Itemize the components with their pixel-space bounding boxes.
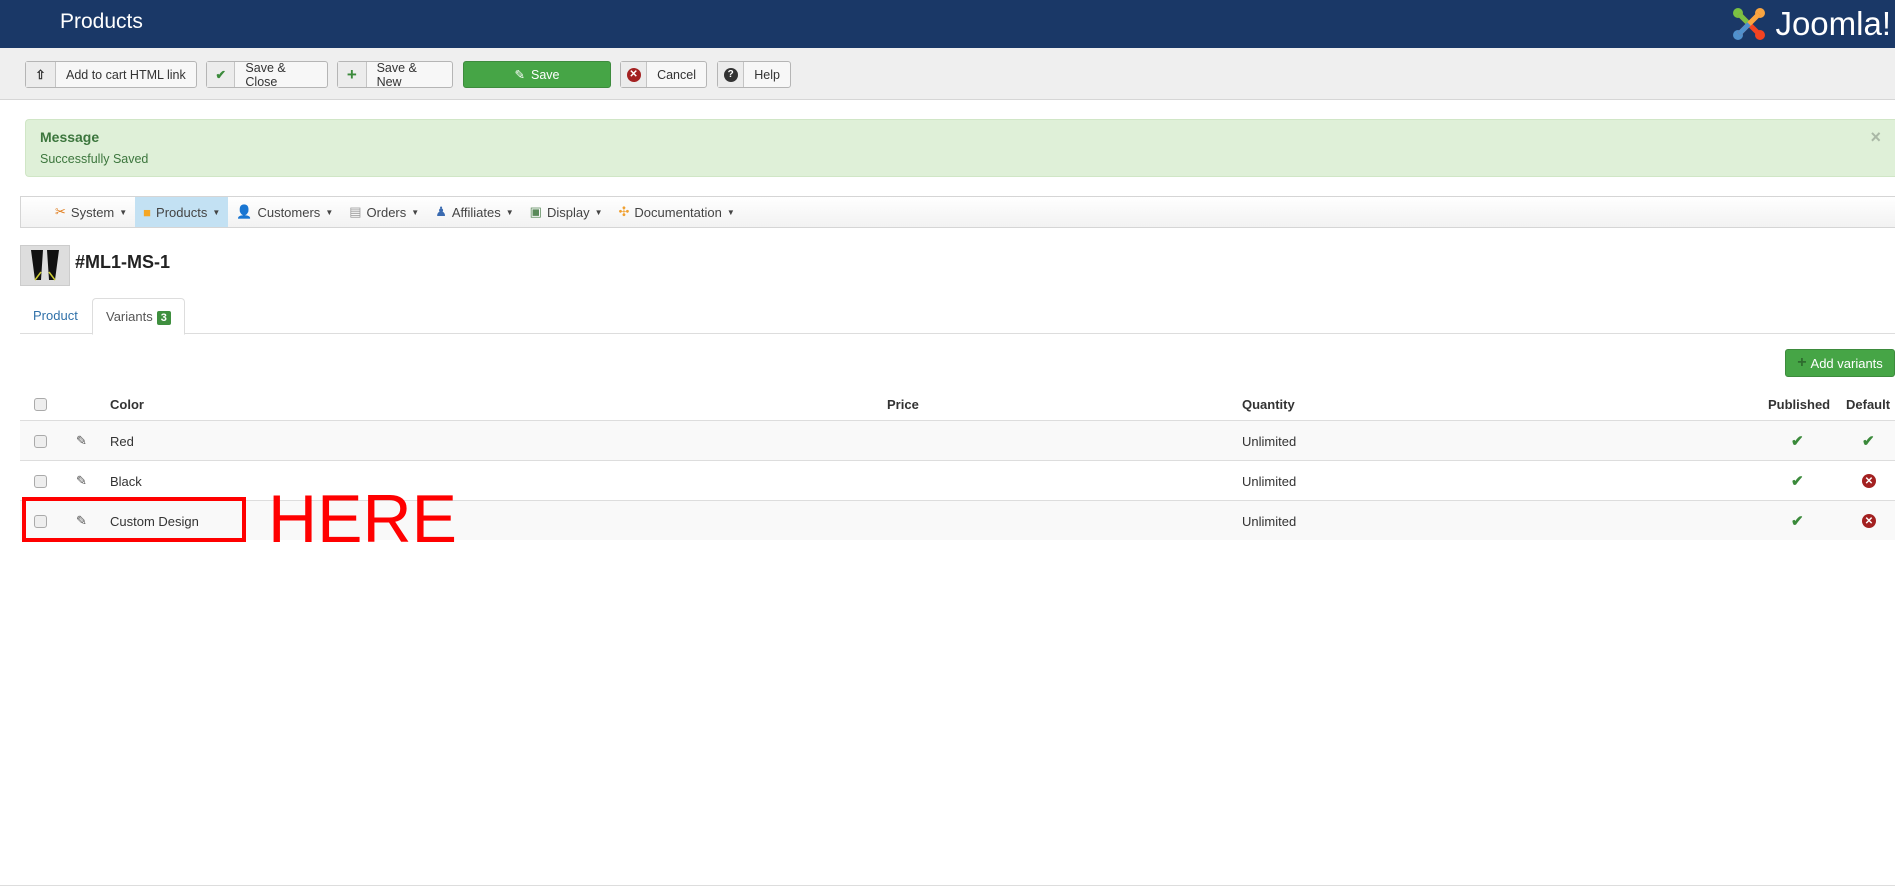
save-new-button[interactable]: + Save & New [337, 61, 453, 89]
top-header: Products Joomla! [0, 0, 1895, 48]
tab-product[interactable]: Product [20, 298, 91, 334]
menu-documentation[interactable]: ✣ Documentation ▼ [611, 197, 743, 227]
variant-quantity: Unlimited [1242, 433, 1297, 449]
message-heading: Message [40, 129, 100, 145]
product-title: #ML1-MS-1 [75, 252, 171, 272]
help-button[interactable]: ? Help [717, 61, 791, 88]
help-icon: ? [718, 62, 745, 87]
divider [0, 885, 1895, 886]
column-published[interactable]: Published [1768, 384, 1830, 424]
column-price[interactable]: Price [887, 384, 919, 424]
edit-icon: ✎ [514, 68, 525, 82]
display-icon: ▣ [529, 204, 542, 219]
select-all-checkbox[interactable] [34, 397, 47, 411]
plus-icon: + [1797, 354, 1807, 371]
menu-display[interactable]: ▣ Display ▼ [522, 197, 611, 227]
save-button[interactable]: ✎ Save [463, 61, 611, 88]
menu-affiliates[interactable]: ♟ Affiliates ▼ [427, 197, 521, 227]
tabs: Product Variants 3 [20, 298, 1895, 335]
cancel-button[interactable]: ✕ Cancel [620, 61, 707, 88]
menu-orders[interactable]: ▤ Orders ▼ [341, 197, 427, 227]
table-row: ✎ Red Unlimited ✔ ✔ [20, 420, 1895, 460]
variants-count-badge: 3 [156, 311, 171, 325]
published-check-icon[interactable]: ✔ [1791, 461, 1804, 501]
published-check-icon[interactable]: ✔ [1791, 421, 1804, 461]
box-icon: ■ [143, 204, 152, 220]
default-check-icon[interactable]: ✔ [1862, 421, 1875, 461]
variant-quantity: Unlimited [1242, 513, 1297, 529]
variant-quantity: Unlimited [1242, 473, 1297, 489]
plus-icon: + [338, 62, 367, 87]
not-default-icon[interactable]: ✕ [1862, 461, 1876, 501]
affiliates-icon: ♟ [435, 204, 447, 219]
users-icon: 👤 [236, 204, 253, 219]
not-default-icon[interactable]: ✕ [1862, 501, 1876, 541]
variant-color[interactable]: Black [110, 461, 142, 501]
close-message-button[interactable]: × [1870, 127, 1881, 148]
annotation-highlight-box [22, 497, 246, 542]
column-quantity[interactable]: Quantity [1242, 384, 1295, 424]
annotation-text: HERE [268, 481, 457, 557]
row-checkbox[interactable] [34, 434, 47, 448]
menu-products[interactable]: ■ Products ▼ [135, 197, 229, 227]
check-icon: ✔ [207, 62, 236, 87]
add-to-cart-link-button[interactable]: ⇧ Add to cart HTML link [25, 61, 197, 88]
menu-customers[interactable]: 👤 Customers ▼ [228, 197, 341, 227]
joomla-logo[interactable]: Joomla! [1729, 4, 1891, 44]
menu-system[interactable]: ✂ System ▼ [47, 197, 135, 227]
published-check-icon[interactable]: ✔ [1791, 501, 1804, 541]
column-color[interactable]: Color [110, 384, 144, 424]
joomla-icon [1733, 8, 1766, 40]
edit-pencil-icon[interactable]: ✎ [76, 461, 87, 501]
save-close-button[interactable]: ✔ Save & Close [206, 61, 328, 89]
component-submenu: ✂ System ▼ ■ Products ▼ 👤 Customers ▼ ▤ Orders ▼… [20, 196, 1895, 228]
tools-icon: ✂ [55, 204, 66, 219]
logo-text: Joomla! [1775, 5, 1891, 42]
product-thumbnail [20, 245, 70, 286]
column-default[interactable]: Default [1846, 384, 1890, 424]
variant-color[interactable]: Red [110, 421, 134, 461]
message-text: Successfully Saved [40, 152, 149, 166]
add-variants-button[interactable]: + Add variants [1785, 349, 1895, 377]
table-header: Color Price Quantity Published Default [20, 384, 1895, 424]
upload-icon: ⇧ [26, 62, 56, 87]
tab-variants[interactable]: Variants 3 [92, 298, 185, 335]
lifebuoy-icon: ✣ [618, 204, 630, 219]
toolbar: ⇧ Add to cart HTML link ✔ Save & Close + Sa… [0, 48, 1895, 100]
cancel-icon: ✕ [621, 62, 648, 87]
page-title: Products [60, 10, 143, 33]
success-message: Message Successfully Saved × [25, 119, 1895, 177]
document-icon: ▤ [349, 204, 362, 219]
edit-pencil-icon[interactable]: ✎ [76, 421, 87, 461]
row-checkbox[interactable] [34, 474, 47, 488]
